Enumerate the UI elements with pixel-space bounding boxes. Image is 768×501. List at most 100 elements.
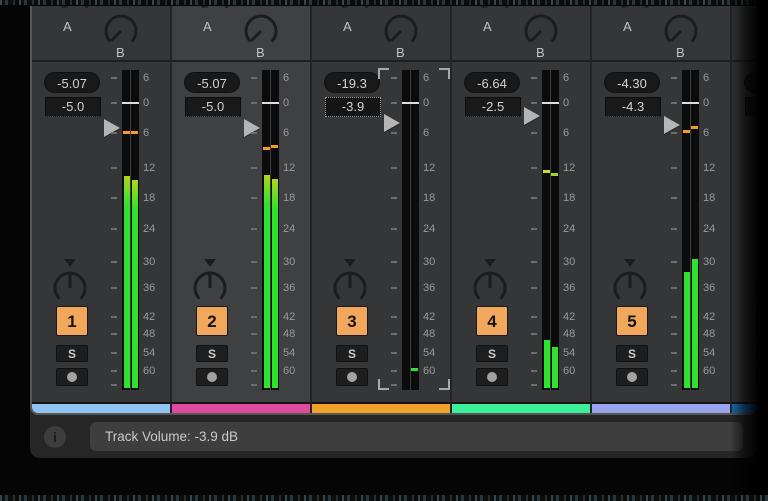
crop-noise-top bbox=[0, 0, 768, 5]
send-b-label: B bbox=[676, 45, 685, 60]
solo-button[interactable]: S bbox=[476, 345, 508, 362]
track-volume-field[interactable] bbox=[745, 97, 757, 117]
level-meter[interactable] bbox=[402, 70, 419, 390]
pan-knob[interactable] bbox=[751, 258, 757, 306]
track-volume-field[interactable]: -2.5 bbox=[465, 97, 521, 117]
send-b-knob[interactable] bbox=[104, 14, 138, 48]
send-b-knob[interactable] bbox=[524, 14, 558, 48]
peak-level-display[interactable]: -5.07 bbox=[44, 72, 100, 93]
scale-tick bbox=[251, 287, 257, 289]
clip-stop-button[interactable]: 1 bbox=[56, 306, 88, 336]
scale-tick bbox=[251, 132, 257, 134]
clip-stop-button[interactable]: 3 bbox=[336, 306, 368, 336]
pan-knob[interactable] bbox=[471, 258, 509, 306]
level-meter[interactable] bbox=[542, 70, 559, 390]
track-color-bar bbox=[732, 402, 757, 413]
volume-fader-handle[interactable] bbox=[384, 113, 400, 132]
clip-stop-button[interactable] bbox=[756, 306, 757, 336]
scale-number: 12 bbox=[423, 162, 436, 174]
peak-level-display[interactable]: -6.64 bbox=[464, 72, 520, 93]
pan-knob[interactable] bbox=[331, 258, 369, 306]
scale-tick bbox=[391, 132, 397, 134]
send-section: A B bbox=[452, 6, 590, 62]
scale-tick bbox=[111, 77, 117, 79]
scale-number: 12 bbox=[143, 162, 156, 174]
solo-button[interactable]: S bbox=[196, 345, 228, 362]
scale-tick bbox=[111, 261, 117, 263]
send-a-knob[interactable] bbox=[618, 6, 652, 14]
solo-button[interactable]: S bbox=[336, 345, 368, 362]
scale-number: 6 bbox=[143, 127, 150, 139]
scale-tick bbox=[251, 370, 257, 372]
meter-bar-right bbox=[691, 259, 698, 388]
clip-stop-button[interactable]: 5 bbox=[616, 306, 648, 336]
arm-record-button[interactable] bbox=[616, 368, 648, 386]
scale-number: 18 bbox=[143, 192, 156, 204]
scale-tick bbox=[111, 316, 117, 318]
zero-db-marker bbox=[682, 102, 699, 104]
scale-number: 12 bbox=[563, 162, 576, 174]
volume-fader-handle[interactable] bbox=[664, 115, 680, 134]
track-strip: A B -5.07 -5.0 bbox=[172, 6, 312, 413]
scale-tick bbox=[671, 370, 677, 372]
scale-tick bbox=[671, 228, 677, 230]
scale-tick bbox=[111, 287, 117, 289]
send-b-knob[interactable] bbox=[384, 14, 418, 48]
scale-tick bbox=[251, 316, 257, 318]
arm-record-button[interactable] bbox=[196, 368, 228, 386]
volume-fader-handle[interactable] bbox=[104, 119, 120, 137]
peak-level-display[interactable]: -5.07 bbox=[184, 72, 240, 93]
clip-stop-button[interactable]: 2 bbox=[196, 306, 228, 336]
send-section: A B bbox=[312, 6, 450, 62]
scale-tick bbox=[531, 132, 537, 134]
scale-number: 6 bbox=[703, 127, 710, 139]
scale-tick bbox=[531, 316, 537, 318]
volume-fader-handle[interactable] bbox=[524, 106, 540, 125]
solo-button[interactable]: S bbox=[616, 345, 648, 362]
scale-number: 60 bbox=[143, 365, 156, 377]
scale-number: 6 bbox=[563, 72, 570, 84]
meter-bar-left bbox=[543, 340, 550, 388]
solo-button[interactable] bbox=[756, 345, 757, 362]
track-volume-field[interactable]: -4.3 bbox=[605, 97, 661, 117]
scale-tick bbox=[531, 352, 537, 354]
scale-number: 6 bbox=[283, 127, 290, 139]
level-meter[interactable] bbox=[682, 70, 699, 390]
arm-record-button[interactable] bbox=[56, 368, 88, 386]
send-a-knob[interactable] bbox=[58, 6, 92, 14]
pan-knob[interactable] bbox=[191, 258, 229, 306]
track-volume-field[interactable]: -3.9 bbox=[325, 97, 381, 117]
clip-stop-button[interactable]: 4 bbox=[476, 306, 508, 336]
scale-tick bbox=[391, 352, 397, 354]
level-meter[interactable] bbox=[262, 70, 279, 390]
peak-level-display[interactable]: -4.30 bbox=[604, 72, 660, 93]
scale-tick bbox=[531, 370, 537, 372]
track-volume-field[interactable]: -5.0 bbox=[185, 97, 241, 117]
send-b-knob[interactable] bbox=[664, 14, 698, 48]
scale-tick bbox=[391, 77, 397, 79]
scale-number: 18 bbox=[283, 192, 296, 204]
zero-db-marker bbox=[262, 102, 279, 104]
send-b-knob[interactable] bbox=[244, 14, 278, 48]
send-section: A B bbox=[32, 6, 170, 62]
solo-button[interactable]: S bbox=[56, 345, 88, 362]
send-a-knob[interactable] bbox=[338, 6, 372, 14]
track-volume-field[interactable]: -5.0 bbox=[45, 97, 101, 117]
scale-number: 36 bbox=[423, 282, 436, 294]
level-meter[interactable] bbox=[122, 70, 139, 390]
peak-level-display[interactable] bbox=[744, 72, 757, 93]
peak-level-display[interactable]: -19.3 bbox=[324, 72, 380, 93]
volume-fader-handle[interactable] bbox=[244, 119, 260, 137]
send-a-knob[interactable] bbox=[198, 6, 232, 14]
send-a-label: A bbox=[343, 19, 352, 34]
pan-knob[interactable] bbox=[611, 258, 649, 306]
pan-knob[interactable] bbox=[51, 258, 89, 306]
record-circle-icon bbox=[487, 372, 497, 382]
arm-record-button[interactable] bbox=[756, 368, 757, 386]
arm-record-button[interactable] bbox=[476, 368, 508, 386]
info-icon[interactable]: i bbox=[44, 425, 66, 448]
arm-record-button[interactable] bbox=[336, 368, 368, 386]
send-a-knob[interactable] bbox=[478, 6, 512, 14]
scale-number: 36 bbox=[563, 282, 576, 294]
scale-number: 24 bbox=[283, 223, 296, 235]
